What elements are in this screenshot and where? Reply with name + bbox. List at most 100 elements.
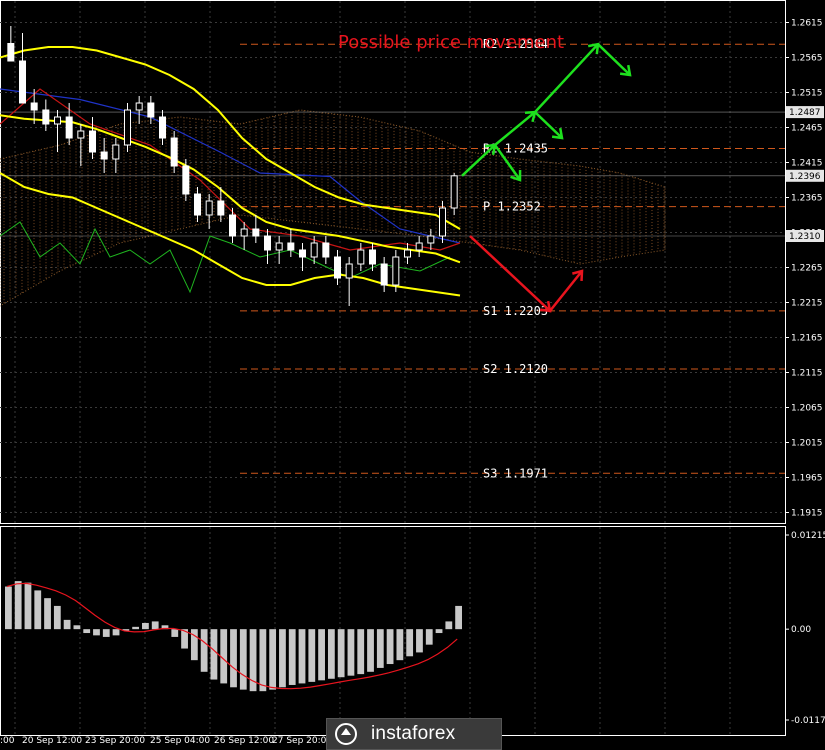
macd-histogram-bar	[142, 622, 149, 630]
candle-bearish	[159, 116, 166, 139]
macd-histogram-bar	[24, 582, 32, 630]
price-tick-label: 1.2415	[791, 159, 823, 169]
price-tick-label: 1.2165	[791, 334, 823, 344]
pivot-level-label: S2 1.2120	[483, 362, 548, 376]
candle-bearish	[65, 116, 73, 139]
price-tick-label: 1.1915	[791, 509, 823, 519]
macd-histogram-bar	[93, 629, 100, 636]
macd-histogram-bar	[112, 629, 120, 636]
candle-bearish	[369, 249, 376, 265]
macd-histogram-bar	[210, 629, 218, 680]
chart-title: Possible price movement	[338, 32, 564, 53]
candle-bearish	[147, 102, 155, 118]
macd-histogram-bar	[53, 605, 61, 630]
macd-histogram-bar	[367, 629, 374, 672]
candle-bearish	[264, 235, 271, 251]
candle-bullish	[415, 242, 423, 251]
forecast-pullback	[534, 111, 563, 139]
candle-bullish	[54, 116, 61, 125]
price-tick-label: 1.1965	[791, 474, 823, 484]
candle-bullish	[439, 207, 446, 237]
macd-histogram-bar	[63, 619, 71, 630]
candle-bullish	[357, 249, 365, 265]
forex-chart: 1.2615 1.2565 1.2515 1.2465 1.2415 1.2365 1.23…	[0, 0, 825, 746]
candle-bullish	[112, 144, 120, 160]
candle-bearish	[334, 256, 341, 279]
time-tick-label: 27 Sep 20:00	[272, 736, 332, 746]
macd-histogram-bar	[14, 581, 22, 630]
macd-tick-label: 0.00	[791, 625, 811, 635]
macd-histogram-bar	[230, 629, 237, 688]
candle-bearish	[380, 263, 388, 286]
ichimoku-cloud	[0, 109, 666, 307]
macd-histogram-bar	[357, 629, 365, 675]
price-tick-label: 1.2365	[791, 194, 823, 204]
pivot-level-label: S3 1.1971	[483, 466, 548, 480]
candle-bullish	[240, 228, 248, 237]
macd-histogram-bar	[200, 629, 208, 672]
macd-histogram-bar	[259, 629, 267, 692]
candle-bullish	[427, 235, 435, 244]
macd-tick-label: -0.01172	[791, 716, 825, 726]
macd-histogram-bar	[435, 629, 443, 634]
candle-bearish	[299, 249, 306, 258]
candle-bullish	[77, 130, 85, 139]
macd-histogram-bar	[239, 629, 247, 690]
price-tick-label: 1.2465	[791, 124, 823, 134]
price-tick-label: 1.2265	[791, 264, 823, 274]
price-tick-label: 1.2615	[791, 19, 823, 29]
macd-histogram-bar	[73, 625, 81, 630]
macd-histogram-bar	[455, 605, 462, 630]
macd-histogram-bar	[83, 629, 91, 634]
macd-histogram-bar	[308, 629, 316, 682]
candle-bearish	[194, 193, 201, 216]
macd-histogram-bar	[376, 629, 384, 668]
time-tick-label: 25 Sep 04:00	[150, 736, 210, 746]
candle-bearish	[229, 214, 236, 237]
macd-histogram-bar	[288, 629, 296, 685]
price-tick-label: 1.2565	[791, 54, 823, 64]
macd-histogram-bar	[425, 629, 433, 645]
candle-bearish	[89, 130, 96, 153]
macd-histogram-bar	[416, 629, 423, 653]
pivot-level-label: S1 1.2203	[483, 304, 548, 318]
macd-histogram-bar	[347, 629, 355, 676]
macd-histogram-bar	[396, 629, 404, 661]
candle-bearish	[182, 165, 190, 195]
candle-bearish	[100, 151, 108, 160]
pivot-level-label: P 1.2352	[483, 200, 541, 214]
instaforex-logo: instaforex	[326, 718, 502, 750]
instaforex-logo-icon	[335, 723, 357, 745]
candle-bullish	[392, 256, 400, 286]
price-tag-label: 1.2487	[789, 108, 821, 118]
macd-histogram-bar	[5, 586, 12, 630]
candle-bullish	[124, 109, 131, 146]
macd-histogram-bar	[318, 629, 325, 681]
macd-histogram-bar	[327, 629, 335, 679]
candle-bearish	[287, 242, 295, 251]
price-tick-label: 1.2115	[791, 369, 823, 379]
candle-bullish	[275, 242, 283, 251]
time-tick-label-partial: :00	[0, 736, 15, 746]
candle-bearish	[42, 109, 50, 125]
macd-histogram-bar	[337, 629, 345, 678]
candle-bearish	[30, 102, 38, 111]
instaforex-logo-text: instaforex	[371, 723, 456, 744]
candle-bearish	[7, 43, 15, 62]
macd-histogram-bar	[102, 629, 110, 637]
candle-bullish	[310, 242, 318, 258]
forecast-bullish-path	[461, 43, 599, 177]
time-tick-label: 20 Sep 12:00	[22, 736, 82, 746]
macd-histogram-bar	[279, 629, 286, 688]
forecast-pullback	[597, 43, 631, 76]
price-tick-label: 1.2515	[791, 89, 823, 99]
macd-histogram-bar	[220, 629, 228, 684]
candle-bullish	[135, 102, 143, 111]
macd-histogram-bar	[44, 598, 51, 630]
macd-histogram-bar	[445, 621, 453, 630]
macd-histogram-bar	[132, 626, 140, 630]
time-tick-label: 26 Sep 12:00	[214, 736, 274, 746]
price-tick-label: 1.2015	[791, 439, 823, 449]
candle-bullish	[205, 200, 213, 216]
candle-bullish	[404, 249, 411, 258]
